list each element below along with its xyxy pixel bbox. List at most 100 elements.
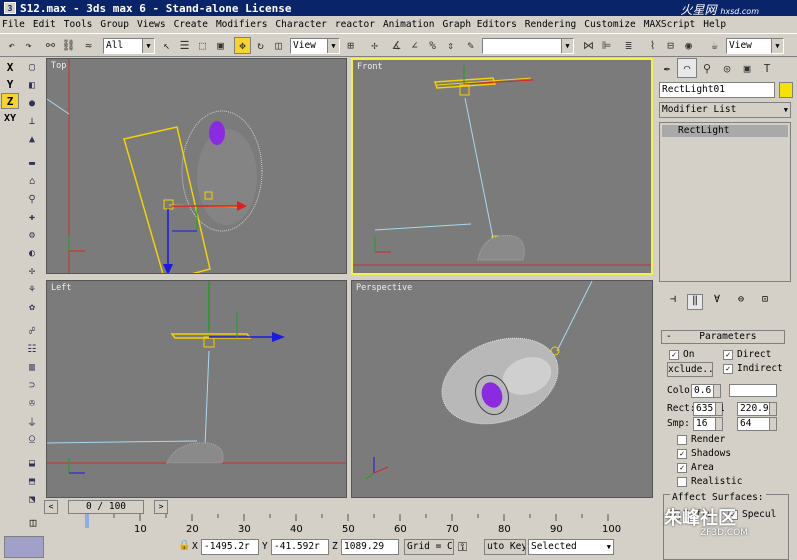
particle-tool-icon[interactable]: ✿ — [24, 299, 40, 315]
viewport-left[interactable]: Left — [46, 280, 347, 498]
undo-icon[interactable]: ↶ — [3, 37, 20, 54]
selection-filter-combo[interactable]: All ▼ — [103, 38, 155, 54]
box-tool-icon[interactable]: ◧ — [24, 77, 40, 93]
snap-toggle-icon[interactable]: ∡ — [388, 37, 405, 54]
time-slider-thumb[interactable]: 0 / 100 — [68, 500, 144, 514]
bind-spacewarp-icon[interactable]: ≈ — [80, 37, 97, 54]
axis-xy-button[interactable]: XY — [1, 110, 19, 126]
window-crossing-icon[interactable]: ▣ — [212, 37, 229, 54]
material-editor-icon[interactable]: ◉ — [680, 37, 697, 54]
time-next-icon[interactable]: > — [154, 500, 168, 514]
schematic-view-icon[interactable]: ⊟ — [662, 37, 679, 54]
object-name-field[interactable]: RectLight01 — [659, 82, 775, 98]
menu-item-edit[interactable]: Edit — [33, 19, 56, 30]
extrude-tool-icon[interactable]: ⬓ — [24, 455, 40, 471]
indirect-checkbox[interactable]: ✓ Indirect — [723, 363, 783, 374]
viewport-front[interactable]: Front — [351, 58, 653, 275]
menu-item-help[interactable]: Help — [703, 19, 726, 30]
menu-item-views[interactable]: Views — [137, 19, 166, 30]
nurbs-tool-icon[interactable]: ☍ — [24, 323, 40, 339]
key-filter-combo[interactable]: Selected ▼ — [528, 539, 614, 555]
compound-tool-icon[interactable]: ⚘ — [24, 281, 40, 297]
remove-modifier-icon[interactable]: ⊖ — [731, 294, 751, 310]
systems-tool-icon[interactable]: ⚙ — [24, 227, 40, 243]
x-coord-field[interactable]: -1495.2r — [201, 539, 259, 555]
patch-tool-icon[interactable]: ✣ — [24, 263, 40, 279]
select-manipulate-icon[interactable]: ✢ — [366, 37, 383, 54]
menu-item-customize[interactable]: Customize — [584, 19, 635, 30]
mirror-icon[interactable]: ⋈ — [580, 37, 597, 54]
menu-item-maxscript[interactable]: MAXScript — [644, 19, 695, 30]
color-multiplier-spinner[interactable]: 0.6 — [691, 384, 721, 398]
lock-selection-icon[interactable]: 🔒 — [178, 540, 190, 554]
hierarchy-tab-icon[interactable]: ⚲ — [697, 58, 717, 78]
time-slider[interactable]: < 0 / 100 > — [44, 500, 652, 514]
auto-key-button[interactable]: uto Key — [484, 539, 526, 555]
render-checkbox[interactable]: Render — [677, 434, 725, 445]
menu-item-animation[interactable]: Animation — [383, 19, 434, 30]
parameters-rollout-header[interactable]: - Parameters — [661, 330, 785, 344]
select-link-icon[interactable]: ⚯ — [42, 37, 59, 54]
axis-z-button[interactable]: Z — [1, 93, 19, 109]
app-icon[interactable]: 3 — [4, 2, 16, 14]
menu-item-reactor[interactable]: reactor — [335, 19, 375, 30]
select-scale-icon[interactable]: ◫ — [270, 37, 287, 54]
shape-tool-icon[interactable]: ◐ — [24, 245, 40, 261]
select-rotate-icon[interactable]: ↻ — [252, 37, 269, 54]
configure-sets-icon[interactable]: ⊡ — [755, 294, 775, 310]
modifier-list-combo[interactable]: Modifier List ▼ — [659, 102, 791, 118]
axis-y-button[interactable]: Y — [1, 76, 19, 92]
dynamics-tool-icon[interactable]: ☷ — [24, 341, 40, 357]
light-color-swatch[interactable] — [729, 384, 777, 397]
camera-tool-icon[interactable]: ⌂ — [24, 173, 40, 189]
samples-a-spinner[interactable]: 16 — [693, 417, 723, 431]
named-selection-icon[interactable]: ✎ — [462, 37, 479, 54]
reference-coordinate-combo[interactable]: View ▼ — [290, 38, 340, 54]
select-by-name-icon[interactable]: ☰ — [176, 37, 193, 54]
viewport-top[interactable]: Top — [46, 58, 347, 274]
utilities-tab-icon[interactable]: T — [757, 58, 777, 78]
realistic-checkbox[interactable]: Realistic — [677, 476, 742, 487]
layer-manager-icon[interactable]: ≣ — [620, 37, 637, 54]
uvw-tool-icon[interactable]: ⬔ — [24, 491, 40, 507]
create-tab-icon[interactable]: ✒ — [657, 58, 677, 78]
menu-item-modifiers[interactable]: Modifiers — [216, 19, 267, 30]
named-selection-combo[interactable]: ▼ — [482, 38, 574, 54]
viewport-perspective[interactable]: Perspective — [351, 280, 653, 498]
rect-height-spinner[interactable]: 220.9 — [737, 402, 777, 416]
unlink-icon[interactable]: ⛓ — [60, 37, 77, 54]
z-coord-field[interactable]: 1089.29 — [341, 539, 399, 555]
direct-checkbox[interactable]: ✓ Direct — [723, 349, 771, 360]
display-tab-icon[interactable]: ▣ — [737, 58, 757, 78]
menu-item-rendering[interactable]: Rendering — [525, 19, 576, 30]
align-icon[interactable]: ⊫ — [598, 37, 615, 54]
select-move-icon[interactable]: ✥ — [234, 37, 251, 54]
axis-x-button[interactable]: X — [1, 59, 19, 75]
y-coord-field[interactable]: -41.592r — [271, 539, 329, 555]
select-object-icon[interactable]: ↖ — [158, 37, 175, 54]
on-checkbox[interactable]: ✓ On — [669, 349, 694, 360]
mini-listener-icon[interactable]: ◫ — [24, 516, 42, 534]
make-unique-icon[interactable]: ∀ — [707, 294, 727, 310]
pin-stack-icon[interactable]: ⊣ — [663, 294, 683, 310]
spinner-snap-icon[interactable]: ⇕ — [442, 37, 459, 54]
mesh-tool-icon[interactable]: ▥ — [24, 359, 40, 375]
object-color-swatch[interactable] — [779, 82, 793, 98]
cylinder-tool-icon[interactable]: ⊥ — [24, 113, 40, 129]
percent-snap-icon[interactable]: % — [424, 37, 441, 54]
area-checkbox[interactable]: ✓ Area — [677, 462, 714, 473]
twist-tool-icon[interactable]: ✇ — [24, 395, 40, 411]
taper-tool-icon[interactable]: ⏚ — [24, 413, 40, 429]
modify-tab-icon[interactable]: ◠ — [677, 58, 697, 78]
track-bar-ruler[interactable]: 10 20 30 40 50 60 70 80 90 100 — [44, 514, 652, 536]
lathe-tool-icon[interactable]: ⬒ — [24, 473, 40, 489]
helper-tool-icon[interactable]: ⚲ — [24, 191, 40, 207]
rect-select-region-icon[interactable]: ⬚ — [194, 37, 211, 54]
object-tool-icon[interactable]: ▢ — [24, 59, 40, 75]
angle-snap-icon[interactable]: ∠ — [406, 37, 423, 54]
menu-item-graph-editors[interactable]: Graph Editors — [442, 19, 516, 30]
redo-icon[interactable]: ↷ — [20, 37, 37, 54]
menu-item-tools[interactable]: Tools — [64, 19, 93, 30]
shadows-checkbox[interactable]: ✓ Shadows — [677, 448, 731, 459]
key-mode-icon[interactable]: ⚿ — [458, 540, 480, 556]
